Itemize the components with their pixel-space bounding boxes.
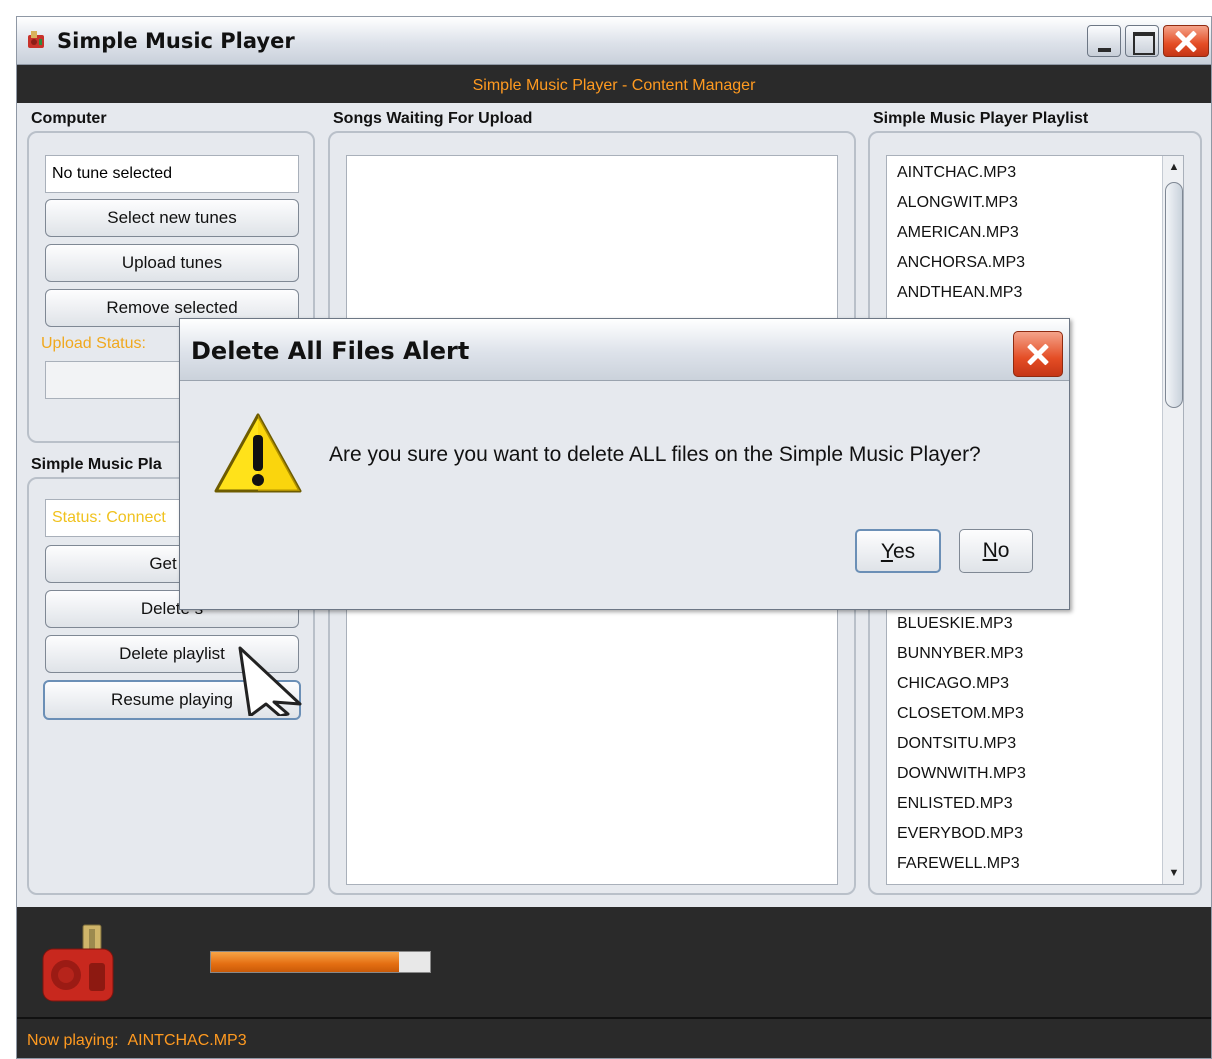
upload-tunes-button[interactable]: Upload tunes: [45, 244, 299, 282]
footer-divider: [17, 1017, 1211, 1019]
yes-button[interactable]: Yes: [855, 529, 941, 573]
yes-mnemonic: Y: [880, 540, 893, 563]
device-section-label: Simple Music Pla: [31, 456, 162, 473]
upload-queue-label: Songs Waiting For Upload: [333, 110, 533, 127]
title-bar[interactable]: Simple Music Player: [17, 17, 1211, 65]
minimize-icon[interactable]: [1087, 25, 1121, 57]
playlist-item[interactable]: ANDTHEAN.MP3: [897, 284, 1022, 302]
playlist-item[interactable]: AINTCHAC.MP3: [897, 164, 1016, 182]
playlist-item[interactable]: DOWNWITH.MP3: [897, 765, 1026, 783]
yes-label: es: [892, 540, 916, 563]
playlist-item[interactable]: CHICAGO.MP3: [897, 675, 1009, 693]
no-mnemonic: N: [982, 539, 998, 562]
computer-section-label: Computer: [31, 110, 107, 127]
now-playing-label: Now playing:: [27, 1032, 119, 1049]
playlist-item[interactable]: ALONGWIT.MP3: [897, 194, 1018, 212]
playlist-scrollbar[interactable]: ▲ ▼: [1162, 156, 1183, 884]
radio-icon: [42, 924, 114, 1002]
playlist-item[interactable]: FAREWELL.MP3: [897, 855, 1020, 873]
playlist-item[interactable]: BUNNYBER.MP3: [897, 645, 1023, 663]
playlist-label: Simple Music Player Playlist: [873, 110, 1089, 127]
playlist-item[interactable]: AMERICAN.MP3: [897, 224, 1019, 242]
scroll-up-icon[interactable]: ▲: [1163, 156, 1183, 178]
now-playing: Now playing: AINTCHAC.MP3: [27, 1032, 247, 1050]
warning-icon: [214, 413, 302, 493]
dialog-title-bar[interactable]: Delete All Files Alert: [180, 319, 1069, 381]
dialog-title: Delete All Files Alert: [191, 337, 470, 365]
close-icon[interactable]: [1163, 25, 1209, 57]
dialog-close-icon[interactable]: [1013, 331, 1063, 377]
playlist-item[interactable]: ANCHORSA.MP3: [897, 254, 1025, 272]
playback-progress-fill: [211, 952, 400, 972]
selected-tune-field: No tune selected: [45, 155, 299, 193]
header-bar: Simple Music Player - Content Manager: [17, 65, 1211, 103]
scroll-down-icon[interactable]: ▼: [1163, 862, 1183, 884]
mouse-cursor-icon: [238, 646, 302, 716]
playback-progress[interactable]: [210, 951, 431, 973]
playlist-item[interactable]: EVERYBOD.MP3: [897, 825, 1023, 843]
delete-all-alert-dialog: Delete All Files Alert Are you sure you …: [179, 318, 1070, 610]
no-button[interactable]: No: [959, 529, 1033, 573]
now-playing-track: AINTCHAC.MP3: [127, 1032, 247, 1049]
scrollbar-thumb[interactable]: [1165, 182, 1183, 408]
player-footer: Now playing: AINTCHAC.MP3: [17, 907, 1211, 1058]
playlist-item[interactable]: BLUESKIE.MP3: [897, 615, 1013, 633]
upload-status-label: Upload Status:: [41, 335, 146, 352]
playlist-item[interactable]: CLOSETOM.MP3: [897, 705, 1024, 723]
app-icon: [28, 31, 44, 48]
playlist-item[interactable]: ENLISTED.MP3: [897, 795, 1013, 813]
select-new-tunes-button[interactable]: Select new tunes: [45, 199, 299, 237]
no-label: o: [997, 539, 1010, 562]
playlist-item[interactable]: DONTSITU.MP3: [897, 735, 1016, 753]
dialog-message: Are you sure you want to delete ALL file…: [329, 443, 981, 466]
maximize-icon[interactable]: [1125, 25, 1159, 57]
window-title: Simple Music Player: [57, 29, 295, 53]
header-title: Simple Music Player - Content Manager: [472, 77, 756, 94]
